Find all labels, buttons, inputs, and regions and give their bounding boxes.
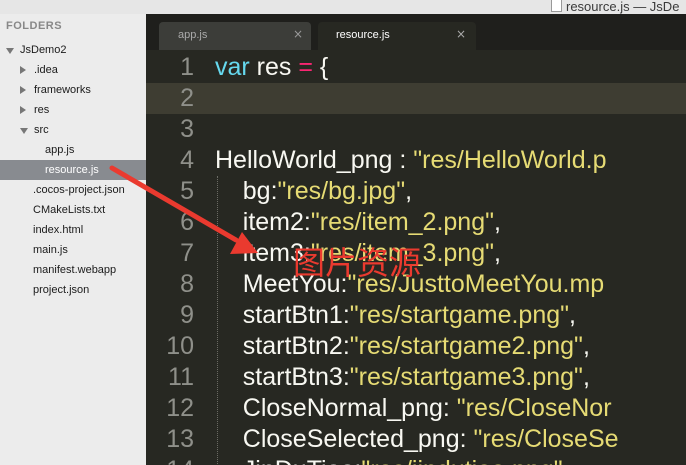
arrow-head — [230, 232, 258, 254]
red-arrow-annotation — [109, 165, 258, 254]
annotation-label: 图片资源 — [293, 244, 422, 282]
arrow-shaft — [109, 165, 239, 243]
